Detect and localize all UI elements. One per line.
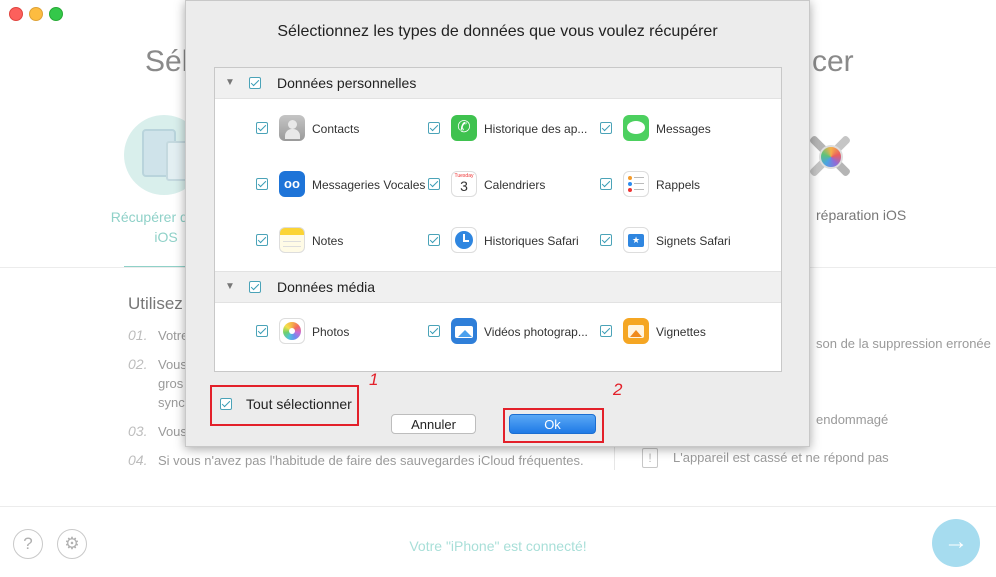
- footer-divider: [0, 506, 996, 507]
- item-label-messages: Messages: [656, 122, 711, 136]
- left-num-4: 04.: [128, 452, 148, 468]
- item-checkbox-reminders[interactable]: [600, 178, 612, 190]
- item-checkbox-notes[interactable]: [256, 234, 268, 246]
- left-text-1: Votre: [158, 328, 189, 343]
- data-type-list[interactable]: ▼ Données personnelles Contacts ✆ Histor…: [214, 67, 782, 372]
- messages-icon: [623, 115, 649, 141]
- item-checkbox-videos[interactable]: [428, 325, 440, 337]
- item-checkbox-calendar[interactable]: [428, 178, 440, 190]
- group-checkbox-media[interactable]: [249, 281, 261, 293]
- close-window-button[interactable]: [9, 7, 23, 21]
- left-text-2c: sync: [158, 395, 185, 410]
- contacts-icon: [279, 115, 305, 141]
- background-title-right: cer: [812, 45, 854, 78]
- data-type-dialog: Sélectionnez les types de données que vo…: [185, 0, 810, 447]
- item-label-videos: Vidéos photograp...: [484, 325, 588, 339]
- photos-icon: [279, 318, 305, 344]
- group-label-media: Données média: [277, 279, 376, 295]
- item-label-reminders: Rappels: [656, 178, 701, 192]
- item-label-calendar: Calendriers: [484, 178, 546, 192]
- right-text-2: endommagé: [816, 412, 889, 427]
- item-label-voicemail: Messageries Vocales: [312, 178, 426, 192]
- marker-1: 1: [369, 370, 379, 389]
- reminders-icon: [623, 171, 649, 197]
- warning-icon: !: [642, 448, 658, 468]
- item-checkbox-messages[interactable]: [600, 122, 612, 134]
- group-header-personal[interactable]: ▼ Données personnelles: [215, 68, 781, 99]
- item-checkbox-contacts[interactable]: [256, 122, 268, 134]
- safari-history-icon: [451, 227, 477, 253]
- left-text-3: Vous: [158, 424, 187, 439]
- right-text-3: L'appareil est cassé et ne répond pas: [673, 450, 889, 465]
- dialog-title: Sélectionnez les types de données que vo…: [277, 23, 718, 40]
- item-checkbox-safari-history[interactable]: [428, 234, 440, 246]
- notes-icon: [279, 227, 305, 253]
- background-title-left: Sél: [145, 45, 189, 78]
- item-label-photos: Photos: [312, 325, 350, 339]
- group-checkbox-personal[interactable]: [249, 77, 261, 89]
- group-header-media[interactable]: ▼ Données média: [215, 271, 781, 303]
- item-checkbox-photos[interactable]: [256, 325, 268, 337]
- item-checkbox-safari-bookmarks[interactable]: [600, 234, 612, 246]
- group-label-personal: Données personnelles: [277, 75, 417, 91]
- next-button[interactable]: →: [932, 519, 980, 567]
- item-label-contacts: Contacts: [312, 122, 360, 136]
- item-checkbox-voicemail[interactable]: [256, 178, 268, 190]
- item-label-safari-bookmarks: Signets Safari: [656, 234, 731, 248]
- videos-icon: [451, 318, 477, 344]
- repair-ios-label[interactable]: réparation iOS: [816, 207, 906, 223]
- left-text-2b: gros: [158, 376, 184, 391]
- arrow-right-icon: →: [944, 528, 968, 555]
- left-num-1: 01.: [128, 327, 148, 343]
- voicemail-icon: oo: [279, 171, 305, 197]
- phone-icon: ✆: [451, 115, 477, 141]
- select-all-label[interactable]: Tout sélectionner: [246, 396, 352, 412]
- item-label-safari-history: Historiques Safari: [484, 234, 579, 248]
- safari-bookmarks-icon: ★: [623, 227, 649, 253]
- tools-icon: [806, 130, 854, 182]
- connection-status: Votre "iPhone" est connecté!: [409, 538, 587, 554]
- item-checkbox-thumbnails[interactable]: [600, 325, 612, 337]
- item-label-call-history: Historique des ap...: [484, 122, 588, 136]
- cancel-button[interactable]: Annuler: [391, 414, 476, 434]
- right-text-1: son de la suppression erronée: [816, 336, 991, 351]
- minimize-window-button[interactable]: [29, 7, 43, 21]
- calendar-icon: Tuesday 3: [451, 171, 477, 197]
- marker-2: 2: [613, 380, 623, 399]
- thumbnails-icon: [623, 318, 649, 344]
- item-label-notes: Notes: [312, 234, 344, 248]
- left-num-3: 03.: [128, 423, 148, 439]
- left-text-4: Si vous n'avez pas l'habitude de faire d…: [158, 453, 584, 468]
- left-num-2: 02.: [128, 356, 148, 372]
- left-heading: Utilisez: [128, 294, 183, 313]
- disclosure-triangle-icon[interactable]: ▼: [225, 77, 235, 88]
- zoom-window-button[interactable]: [49, 7, 63, 21]
- left-text-2: Vous: [158, 357, 187, 372]
- disclosure-triangle-icon[interactable]: ▼: [225, 281, 235, 292]
- item-label-thumbnails: Vignettes: [656, 325, 706, 339]
- ok-button[interactable]: Ok: [509, 414, 596, 434]
- select-all-checkbox[interactable]: [220, 398, 232, 410]
- item-checkbox-call-history[interactable]: [428, 122, 440, 134]
